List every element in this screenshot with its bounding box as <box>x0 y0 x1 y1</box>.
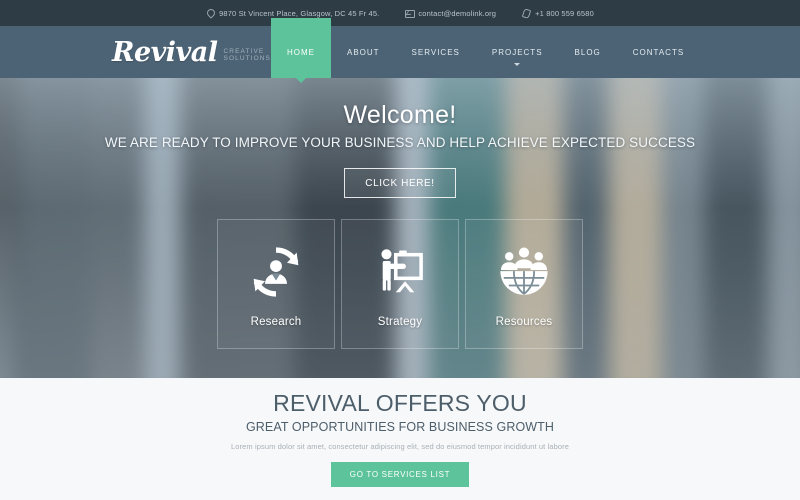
feature-cards: Research Strategy Resources <box>0 219 800 349</box>
logo[interactable]: Revival CREATIVE SOLUTIONS <box>112 39 271 66</box>
hero-banner: Welcome! WE ARE READY TO IMPROVE YOUR BU… <box>0 78 800 378</box>
go-to-services-list-button[interactable]: GO TO SERVICES LIST <box>330 462 470 487</box>
nav-label: BLOG <box>574 47 601 57</box>
feature-card-label: Resources <box>495 315 553 328</box>
people-globe-icon <box>497 241 551 303</box>
nav-item-blog[interactable]: BLOG <box>559 26 617 78</box>
main-navigation: HOME ABOUT SERVICES PROJECTS BLOG CONTAC… <box>270 18 700 83</box>
email-info[interactable]: contact@demolink.org <box>405 9 496 18</box>
address-text: 9870 St Vincent Place, Glasgow, DC 45 Fr… <box>219 8 380 18</box>
person-refresh-cycle-icon <box>249 241 303 303</box>
offers-description: Lorem ipsum dolor sit amet, consectetur … <box>231 442 569 451</box>
presenter-whiteboard-icon <box>373 241 427 303</box>
feature-card-resources[interactable]: Resources <box>465 219 583 349</box>
nav-label: CONTACTS <box>632 47 685 57</box>
click-here-button[interactable]: CLICK HERE! <box>344 168 456 198</box>
hero-content: Welcome! WE ARE READY TO IMPROVE YOUR BU… <box>0 78 800 349</box>
hero-title: Welcome! <box>343 101 457 129</box>
phone-text: +1 800 559 6580 <box>535 8 594 18</box>
site-header: Revival CREATIVE SOLUTIONS HOME ABOUT SE… <box>0 18 800 83</box>
nav-label: PROJECTS <box>491 47 543 57</box>
phone-icon <box>522 9 530 18</box>
email-text[interactable]: contact@demolink.org <box>418 9 496 18</box>
nav-label: ABOUT <box>346 47 380 57</box>
hero-subtitle: WE ARE READY TO IMPROVE YOUR BUSINESS AN… <box>104 135 696 150</box>
nav-item-home[interactable]: HOME <box>270 18 331 83</box>
nav-item-projects[interactable]: PROJECTS <box>476 26 559 78</box>
offers-section: REVIVAL OFFERS YOU GREAT OPPORTUNITIES F… <box>0 378 800 500</box>
offers-subheading: GREAT OPPORTUNITIES FOR BUSINESS GROWTH <box>245 420 555 434</box>
nav-item-about[interactable]: ABOUT <box>331 26 396 78</box>
top-info-bar: 9870 St Vincent Place, Glasgow, DC 45 Fr… <box>0 0 800 26</box>
feature-card-research[interactable]: Research <box>217 219 335 349</box>
offers-heading: REVIVAL OFFERS YOU <box>273 390 527 416</box>
nav-item-contacts[interactable]: CONTACTS <box>617 26 700 78</box>
nav-label: HOME <box>286 47 315 57</box>
address-info: 9870 St Vincent Place, Glasgow, DC 45 Fr… <box>206 9 379 18</box>
logo-text[interactable]: Revival <box>112 39 218 66</box>
feature-card-label: Strategy <box>377 315 423 328</box>
feature-card-strategy[interactable]: Strategy <box>341 219 459 349</box>
feature-card-label: Research <box>250 315 302 328</box>
phone-info: +1 800 559 6580 <box>522 9 594 18</box>
envelope-icon <box>405 9 416 18</box>
map-pin-icon <box>206 9 214 18</box>
nav-label: SERVICES <box>411 47 460 57</box>
chevron-down-icon <box>514 63 521 66</box>
nav-item-services[interactable]: SERVICES <box>396 26 476 78</box>
logo-tagline: CREATIVE SOLUTIONS <box>223 47 271 62</box>
